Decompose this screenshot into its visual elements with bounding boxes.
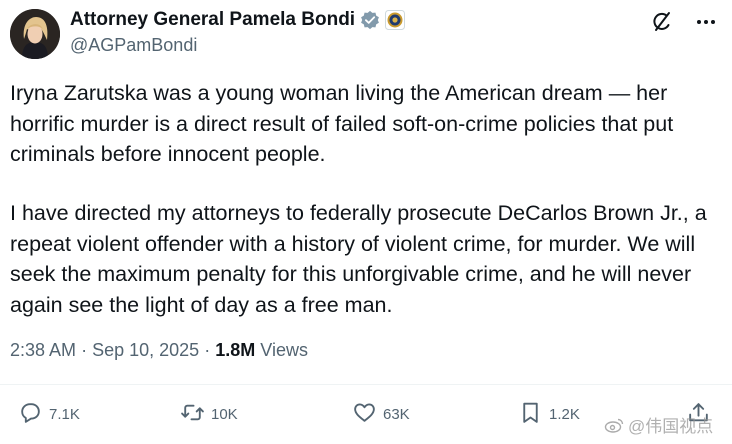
top-actions [650, 10, 718, 34]
post-line: repeat violent offender with a history o… [10, 231, 696, 256]
views-label: Views [260, 340, 308, 360]
meta-separator: · [81, 340, 88, 360]
repost-button[interactable]: 10K [180, 400, 238, 429]
bookmark-count: 1.2K [549, 406, 580, 423]
views-count[interactable]: 1.8M [215, 340, 255, 360]
post-meta: 2:38 AM · Sep 10, 2025 · 1.8M Views [10, 340, 308, 361]
avatar[interactable] [10, 9, 60, 59]
divider [0, 384, 732, 385]
more-icon[interactable] [694, 10, 718, 34]
post-line: horrific murder is a direct result of fa… [10, 111, 674, 136]
repost-icon [180, 400, 205, 429]
bookmark-button[interactable]: 1.2K [518, 400, 580, 429]
heart-icon [352, 400, 377, 429]
grok-icon[interactable] [650, 10, 674, 34]
post-time[interactable]: 2:38 AM [10, 340, 76, 360]
watermark-text: @伟国视点 [628, 417, 714, 436]
author-name-row: Attorney General Pamela Bondi [70, 9, 406, 31]
meta-separator: · [204, 340, 211, 360]
repost-count: 10K [211, 406, 238, 423]
post-line: again see the light of day as a free man… [10, 292, 393, 317]
post-paragraph-2: I have directed my attorneys to federall… [10, 198, 724, 320]
reply-count: 7.1K [49, 406, 80, 423]
author-name[interactable]: Attorney General Pamela Bondi [70, 9, 355, 31]
doj-seal-icon[interactable] [385, 10, 406, 30]
post-line: Iryna Zarutska was a young woman living … [10, 81, 668, 105]
weibo-logo-icon [604, 417, 624, 433]
reply-icon [18, 400, 43, 429]
like-button[interactable]: 63K [352, 400, 410, 429]
post-line: I have directed my attorneys to federall… [10, 201, 707, 225]
like-count: 63K [383, 406, 410, 423]
post-date[interactable]: Sep 10, 2025 [92, 340, 199, 360]
bookmark-icon [518, 400, 543, 429]
watermark: @伟国视点 [604, 412, 713, 437]
author-handle[interactable]: @AGPamBondi [70, 35, 197, 56]
verified-badge-icon[interactable] [360, 10, 380, 30]
post-paragraph-1: Iryna Zarutska was a young woman living … [10, 78, 724, 170]
post-line: seek the maximum penalty for this unforg… [10, 262, 692, 286]
post-line: criminals before innocent people. [10, 142, 326, 166]
reply-button[interactable]: 7.1K [18, 400, 80, 429]
